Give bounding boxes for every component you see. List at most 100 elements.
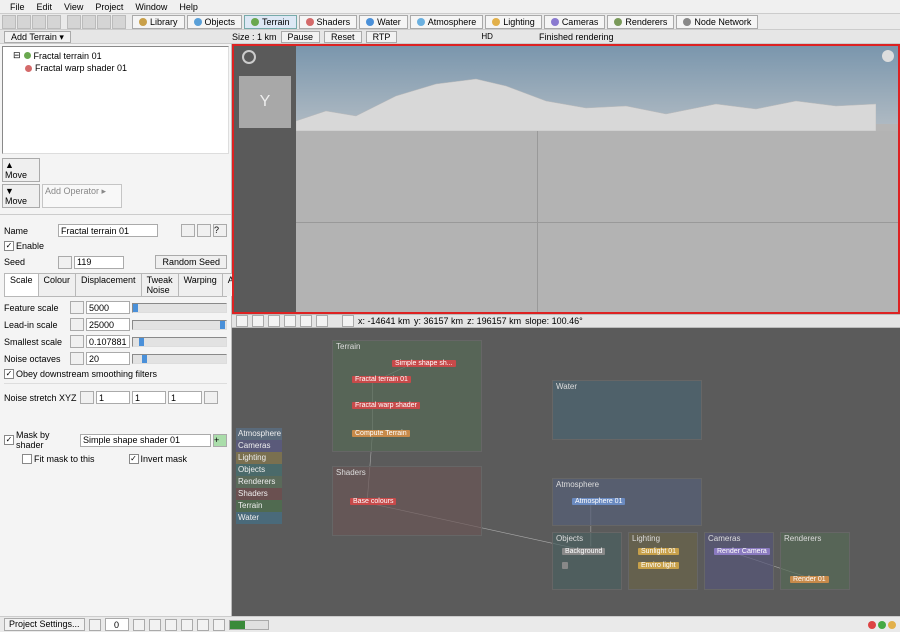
tree-item[interactable]: ⊟ Fractal terrain 01 — [5, 49, 226, 62]
reset-button[interactable]: Reset — [324, 31, 362, 43]
strip-icon[interactable] — [449, 31, 461, 43]
strip-icon[interactable] — [497, 31, 509, 43]
cat-renderers[interactable]: Renderers — [236, 476, 282, 488]
lighting-panel[interactable]: Lighting — [628, 532, 698, 590]
tab-shaders[interactable]: Shaders — [299, 15, 358, 29]
strip-icon[interactable] — [433, 31, 445, 43]
help-icon[interactable]: ? — [213, 224, 227, 237]
node[interactable]: Render 01 — [790, 576, 829, 583]
invert-mask-checkbox[interactable]: ✓ — [129, 454, 139, 464]
tool-icon[interactable] — [284, 315, 296, 327]
node[interactable]: Compute Terrain — [352, 430, 410, 437]
strip-icon[interactable] — [513, 31, 525, 43]
dial-icon[interactable] — [70, 352, 84, 365]
fit-mask-checkbox[interactable] — [22, 454, 32, 464]
node[interactable]: Sunlight 01 — [638, 548, 679, 555]
smallest-scale-input[interactable] — [86, 335, 130, 348]
objects-panel[interactable]: Objects — [552, 532, 622, 590]
node[interactable]: Atmosphere 01 — [572, 498, 625, 505]
add-icon[interactable]: + — [213, 434, 227, 447]
feature-scale-input[interactable] — [86, 301, 130, 314]
dial-icon[interactable] — [58, 256, 72, 269]
add-terrain-button[interactable]: Add Terrain ▾ — [4, 31, 71, 43]
menu-help[interactable]: Help — [173, 0, 204, 13]
anim-icon[interactable] — [89, 619, 101, 631]
preview-thumb[interactable]: Y — [239, 76, 291, 128]
stretch-x-input[interactable] — [96, 391, 130, 404]
obey-checkbox[interactable]: ✓ — [4, 369, 14, 379]
tree-item[interactable]: Fractal warp shader 01 — [5, 62, 226, 74]
dial-icon[interactable] — [70, 335, 84, 348]
mask-checkbox[interactable]: ✓ — [4, 435, 14, 445]
settings-icon[interactable] — [197, 224, 211, 237]
noise-octaves-input[interactable] — [86, 352, 130, 365]
strip-icon[interactable] — [465, 31, 477, 43]
project-settings-button[interactable]: Project Settings... — [4, 618, 85, 631]
water-panel[interactable]: Water — [552, 380, 702, 440]
tab-displacement[interactable]: Displacement — [75, 273, 142, 296]
cat-water[interactable]: Water — [236, 512, 282, 524]
tool-icon[interactable] — [97, 15, 111, 29]
tool-icon[interactable] — [17, 15, 31, 29]
tab-node-network[interactable]: Node Network — [676, 15, 758, 29]
node[interactable]: Fractal warp shader — [352, 402, 420, 409]
tab-atmosphere[interactable]: Atmosphere — [410, 15, 484, 29]
dial-icon[interactable] — [70, 301, 84, 314]
last-frame-icon[interactable] — [197, 619, 209, 631]
node[interactable]: Enviro light — [638, 562, 679, 569]
tool-icon[interactable] — [2, 15, 16, 29]
first-frame-icon[interactable] — [133, 619, 145, 631]
node-network[interactable]: AtmosphereCamerasLightingObjectsRenderer… — [232, 328, 900, 616]
tool-icon[interactable] — [112, 15, 126, 29]
name-input[interactable] — [58, 224, 158, 237]
node[interactable]: Render Camera — [714, 548, 770, 555]
tool-icon[interactable] — [82, 15, 96, 29]
cat-cameras[interactable]: Cameras — [236, 440, 282, 452]
play-icon[interactable] — [165, 619, 177, 631]
move-up-button[interactable]: ▲ Move — [2, 158, 40, 182]
stretch-y-input[interactable] — [132, 391, 166, 404]
node[interactable] — [562, 562, 568, 569]
info-icon[interactable] — [181, 224, 195, 237]
menu-window[interactable]: Window — [129, 0, 173, 13]
cat-lighting[interactable]: Lighting — [236, 452, 282, 464]
cat-shaders[interactable]: Shaders — [236, 488, 282, 500]
tool-icon[interactable] — [32, 15, 46, 29]
tab-tweak-noise[interactable]: Tweak Noise — [141, 273, 179, 296]
node[interactable]: Simple shape sh... — [392, 360, 456, 367]
random-seed-button[interactable]: Random Seed — [155, 255, 227, 269]
dial-icon[interactable] — [70, 318, 84, 331]
tool-icon[interactable] — [236, 315, 248, 327]
node[interactable]: Background — [562, 548, 605, 555]
cat-objects[interactable]: Objects — [236, 464, 282, 476]
cameras-panel[interactable]: Cameras — [704, 532, 774, 590]
tab-terrain[interactable]: Terrain — [244, 15, 297, 29]
menu-edit[interactable]: Edit — [31, 0, 59, 13]
rtp-button[interactable]: RTP — [366, 31, 398, 43]
viewport[interactable] — [296, 46, 898, 312]
cat-atmosphere[interactable]: Atmosphere — [236, 428, 282, 440]
move-down-button[interactable]: ▼ Move — [2, 184, 40, 208]
prev-frame-icon[interactable] — [149, 619, 161, 631]
frame-input[interactable] — [105, 618, 129, 631]
cat-terrain[interactable]: Terrain — [236, 500, 282, 512]
stretch-z-input[interactable] — [168, 391, 202, 404]
tab-cameras[interactable]: Cameras — [544, 15, 606, 29]
leadin-scale-slider[interactable] — [132, 320, 227, 330]
tool-icon[interactable] — [316, 315, 328, 327]
dial-icon[interactable] — [204, 391, 218, 404]
add-operator-button[interactable]: Add Operator ▸ — [42, 184, 122, 208]
node-tree[interactable]: ⊟ Fractal terrain 01 Fractal warp shader… — [2, 46, 229, 154]
noise-octaves-slider[interactable] — [132, 354, 227, 364]
crosshair-icon[interactable] — [342, 315, 354, 327]
tool-icon[interactable] — [252, 315, 264, 327]
next-frame-icon[interactable] — [181, 619, 193, 631]
tab-colour[interactable]: Colour — [38, 273, 77, 296]
node[interactable]: Fractal terrain 01 — [352, 376, 411, 383]
enable-checkbox[interactable]: ✓ — [4, 241, 14, 251]
dial-icon[interactable] — [80, 391, 94, 404]
tab-objects[interactable]: Objects — [187, 15, 243, 29]
menu-view[interactable]: View — [58, 0, 89, 13]
mask-shader-input[interactable] — [80, 434, 211, 447]
menu-project[interactable]: Project — [89, 0, 129, 13]
